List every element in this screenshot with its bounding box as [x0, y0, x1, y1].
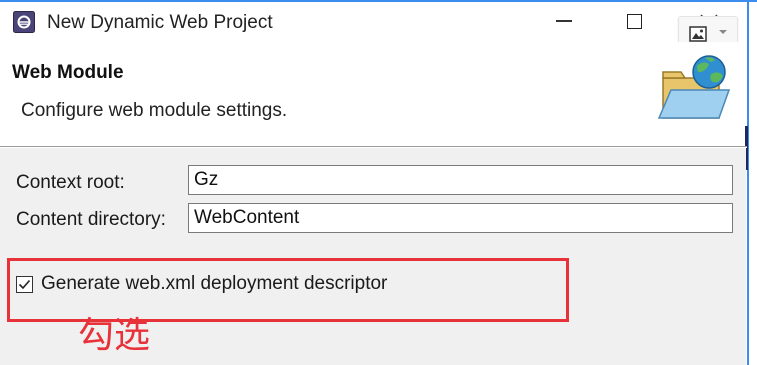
- context-root-label: Context root:: [16, 172, 125, 193]
- wizard-header: Web Module Configure web module settings…: [0, 42, 748, 170]
- content-directory-input[interactable]: [188, 203, 733, 233]
- window-title: New Dynamic Web Project: [47, 12, 273, 33]
- chevron-down-icon: [719, 30, 727, 34]
- content-directory-label: Content directory:: [16, 209, 166, 230]
- form-area: Context root: Content directory: Generat…: [0, 148, 746, 365]
- image-icon: [689, 26, 707, 42]
- window-side-border: [747, 0, 749, 365]
- maximize-icon[interactable]: [627, 14, 642, 29]
- title-bar: New Dynamic Web Project: [0, 2, 747, 54]
- eclipse-icon: [13, 11, 35, 33]
- context-root-input[interactable]: [188, 165, 733, 195]
- page-title: Web Module: [12, 62, 124, 83]
- page-description: Configure web module settings.: [21, 100, 288, 121]
- annotation-text: 勾选: [78, 315, 151, 356]
- folder-globe-icon: [657, 52, 737, 126]
- minimize-icon[interactable]: [556, 20, 572, 22]
